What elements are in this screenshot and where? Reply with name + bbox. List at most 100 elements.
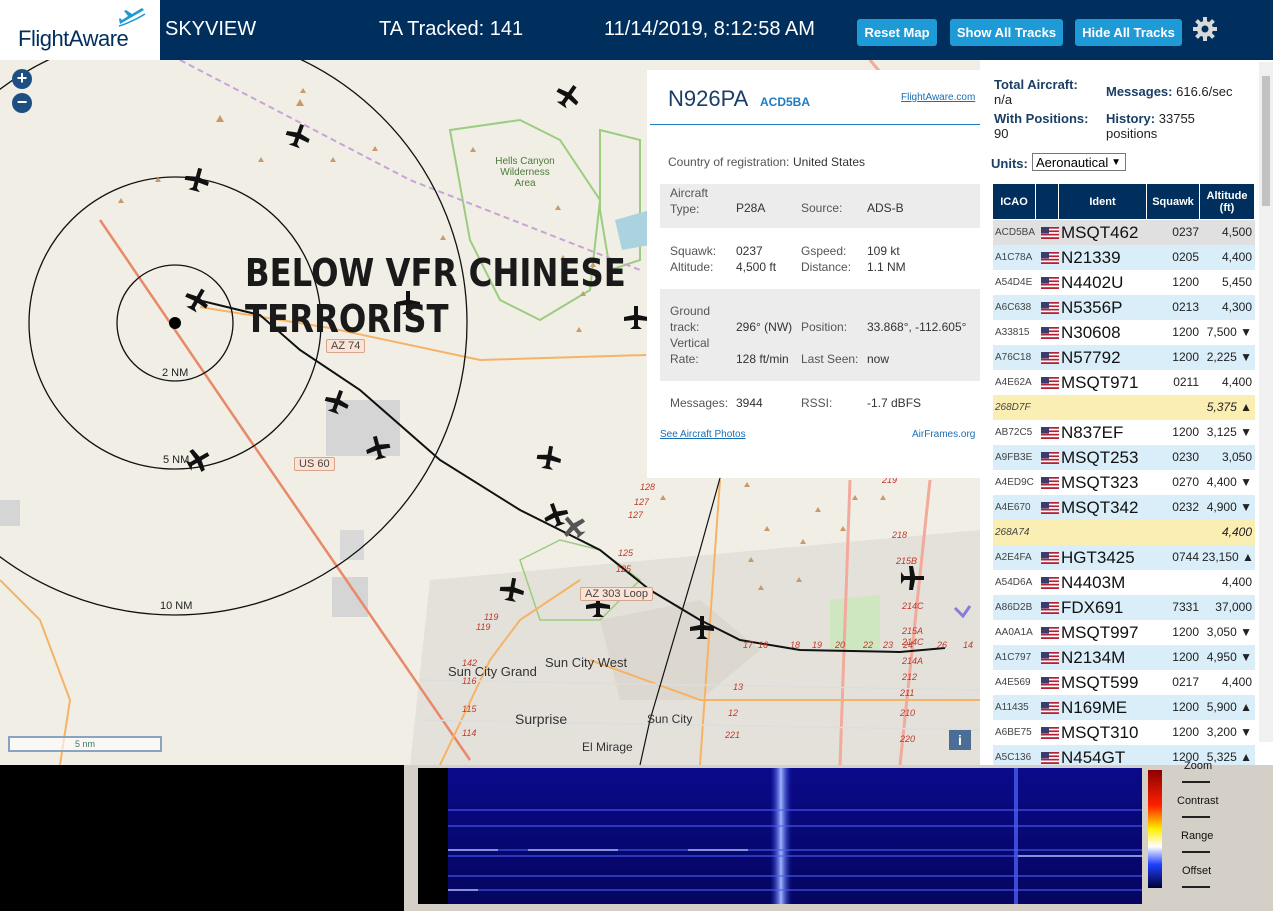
ident-cell: MSQT971 bbox=[1061, 373, 1139, 392]
squawk-cell bbox=[1149, 395, 1202, 420]
table-row[interactable]: A6BE75 MSQT310 1200 3,200 ▼ bbox=[993, 720, 1255, 745]
flag-cell bbox=[1039, 520, 1059, 545]
altitude-cell: 3,050 ▼ bbox=[1206, 625, 1252, 639]
flag-cell bbox=[1039, 420, 1059, 445]
annotation-line-1: BELOW VFR CHINESE bbox=[245, 251, 626, 295]
table-row[interactable]: A2E4FA HGT3425 0744 23,150 ▲ bbox=[993, 545, 1255, 570]
table-row[interactable]: A4E62A MSQT971 0211 4,400 bbox=[993, 370, 1255, 395]
table-row[interactable]: A76C18 N57792 1200 2,225 ▼ bbox=[993, 345, 1255, 370]
aircraft-photos-link[interactable]: See Aircraft Photos bbox=[660, 429, 746, 440]
flag-cell bbox=[1039, 570, 1059, 595]
reset-map-button[interactable]: Reset Map bbox=[857, 19, 937, 46]
messages-label: Messages: bbox=[670, 396, 729, 410]
altitude-cell: 4,400 bbox=[1221, 525, 1252, 539]
table-row[interactable]: A4E569 MSQT599 0217 4,400 bbox=[993, 670, 1255, 695]
table-row[interactable]: A33815 N30608 1200 7,500 ▼ bbox=[993, 320, 1255, 345]
history-label: History: bbox=[1106, 111, 1156, 126]
squawk-cell: 0205 bbox=[1172, 250, 1199, 264]
table-row[interactable]: A9FB3E MSQT253 0230 3,050 bbox=[993, 445, 1255, 470]
source-value: ADS-B bbox=[867, 201, 904, 215]
logo[interactable]: FlightAware bbox=[0, 0, 160, 60]
col-altitude[interactable]: Altitude (ft) bbox=[1200, 184, 1255, 219]
icao-cell: A6C638 bbox=[995, 302, 1032, 313]
icao-cell: A76C18 bbox=[995, 352, 1032, 363]
table-row[interactable]: A54D4E N4402U 1200 5,450 bbox=[993, 270, 1255, 295]
spectrum-waterfall[interactable] bbox=[418, 768, 1142, 904]
squawk-cell bbox=[1149, 520, 1202, 545]
squawk-value: 0237 bbox=[736, 244, 763, 258]
altitude-cell: 5,450 bbox=[1221, 275, 1252, 289]
range-slider[interactable] bbox=[1182, 851, 1210, 859]
squawk-cell: 0230 bbox=[1172, 450, 1199, 464]
units-select[interactable]: Aeronautical ▼ bbox=[1032, 153, 1126, 171]
airframes-link[interactable]: AirFrames.org bbox=[912, 429, 975, 440]
ident-cell: MSQT599 bbox=[1061, 673, 1139, 692]
scrollbar[interactable] bbox=[1259, 62, 1273, 742]
squawk-cell: 1200 bbox=[1172, 650, 1199, 664]
table-row[interactable]: ACD5BA MSQT462 0237 4,500 bbox=[993, 220, 1255, 245]
table-row[interactable]: 268D7F 5,375 ▲ bbox=[993, 395, 1255, 420]
col-squawk[interactable]: Squawk bbox=[1147, 184, 1200, 219]
altitude-cell: 4,400 bbox=[1221, 575, 1252, 589]
info-icon[interactable]: i bbox=[949, 730, 971, 750]
flag-cell bbox=[1039, 645, 1059, 670]
table-row[interactable]: A6C638 N5356P 0213 4,300 bbox=[993, 295, 1255, 320]
zoom-in-button[interactable]: + bbox=[12, 69, 32, 89]
table-row[interactable]: A4E670 MSQT342 0232 4,900 ▼ bbox=[993, 495, 1255, 520]
icao-cell: A33815 bbox=[995, 327, 1030, 338]
icao-cell: A54D6A bbox=[995, 577, 1033, 588]
table-row[interactable]: A11435 N169ME 1200 5,900 ▲ bbox=[993, 695, 1255, 720]
table-row[interactable]: A1C797 N2134M 1200 4,950 ▼ bbox=[993, 645, 1255, 670]
clock: 11/14/2019, 8:12:58 AM bbox=[604, 18, 815, 40]
offset-slider[interactable] bbox=[1182, 886, 1210, 894]
zoom-slider[interactable] bbox=[1182, 781, 1210, 789]
flag-cell bbox=[1039, 695, 1059, 720]
flag-cell bbox=[1039, 445, 1059, 470]
squawk-cell: 0237 bbox=[1172, 225, 1199, 239]
table-row[interactable]: 268A74 4,400 bbox=[993, 520, 1255, 545]
altitude-cell: 4,400 bbox=[1221, 250, 1252, 264]
squawk-cell: 0744 bbox=[1172, 550, 1199, 564]
exit-number-label: 127 bbox=[634, 497, 650, 507]
col-icao[interactable]: ICAO bbox=[993, 184, 1036, 219]
flightaware-link[interactable]: FlightAware.com bbox=[901, 92, 975, 103]
exit-number-label: 127 bbox=[628, 510, 644, 520]
total-aircraft: Total Aircraft: n/a bbox=[994, 77, 1078, 107]
table-row[interactable]: A4ED9C MSQT323 0270 4,400 ▼ bbox=[993, 470, 1255, 495]
show-all-tracks-button[interactable]: Show All Tracks bbox=[950, 19, 1063, 46]
exit-number-label: 116 bbox=[462, 676, 477, 686]
flag-cell bbox=[1039, 495, 1059, 520]
table-row[interactable]: A5C136 N454GT 1200 5,325 ▲ bbox=[993, 745, 1255, 765]
road-us60: US 60 bbox=[294, 457, 335, 471]
messages-value: 3944 bbox=[736, 396, 763, 410]
table-row[interactable]: AA0A1A MSQT997 1200 3,050 ▼ bbox=[993, 620, 1255, 645]
us-flag-icon bbox=[1041, 752, 1059, 764]
total-aircraft-value: n/a bbox=[994, 92, 1013, 107]
icao-cell: 268D7F bbox=[995, 402, 1031, 413]
us-flag-icon bbox=[1041, 577, 1059, 589]
flag-cell bbox=[1039, 395, 1059, 420]
table-row[interactable]: A54D6A N4403M 4,400 bbox=[993, 570, 1255, 595]
zoom-out-button[interactable]: − bbox=[12, 93, 32, 113]
table-row[interactable]: A86D2B FDX691 7331 37,000 bbox=[993, 595, 1255, 620]
col-flag[interactable] bbox=[1036, 184, 1059, 219]
ground-track-value: 296° (NW) bbox=[736, 320, 793, 334]
icao-cell: AA0A1A bbox=[995, 627, 1033, 638]
exit-number-label: 12 bbox=[728, 708, 739, 718]
us-flag-icon bbox=[1041, 677, 1059, 689]
gear-icon[interactable] bbox=[1192, 16, 1218, 42]
message-rate: Messages: 616.6/sec bbox=[1106, 84, 1232, 99]
flag-cell bbox=[1039, 320, 1059, 345]
col-ident[interactable]: Ident bbox=[1059, 184, 1147, 219]
exit-number-label: 13 bbox=[733, 682, 744, 692]
flag-cell bbox=[1039, 745, 1059, 765]
exit-number-label: 215B bbox=[896, 556, 918, 566]
hide-all-tracks-button[interactable]: Hide All Tracks bbox=[1075, 19, 1182, 46]
scrollbar-thumb[interactable] bbox=[1262, 76, 1270, 206]
squawk-cell: 1200 bbox=[1172, 700, 1199, 714]
contrast-slider[interactable] bbox=[1182, 816, 1210, 824]
table-row[interactable]: AB72C5 N837EF 1200 3,125 ▼ bbox=[993, 420, 1255, 445]
total-aircraft-label: Total Aircraft: bbox=[994, 77, 1078, 92]
table-row[interactable]: A1C78A N21339 0205 4,400 bbox=[993, 245, 1255, 270]
popup-hex: ACD5BA bbox=[760, 95, 811, 109]
